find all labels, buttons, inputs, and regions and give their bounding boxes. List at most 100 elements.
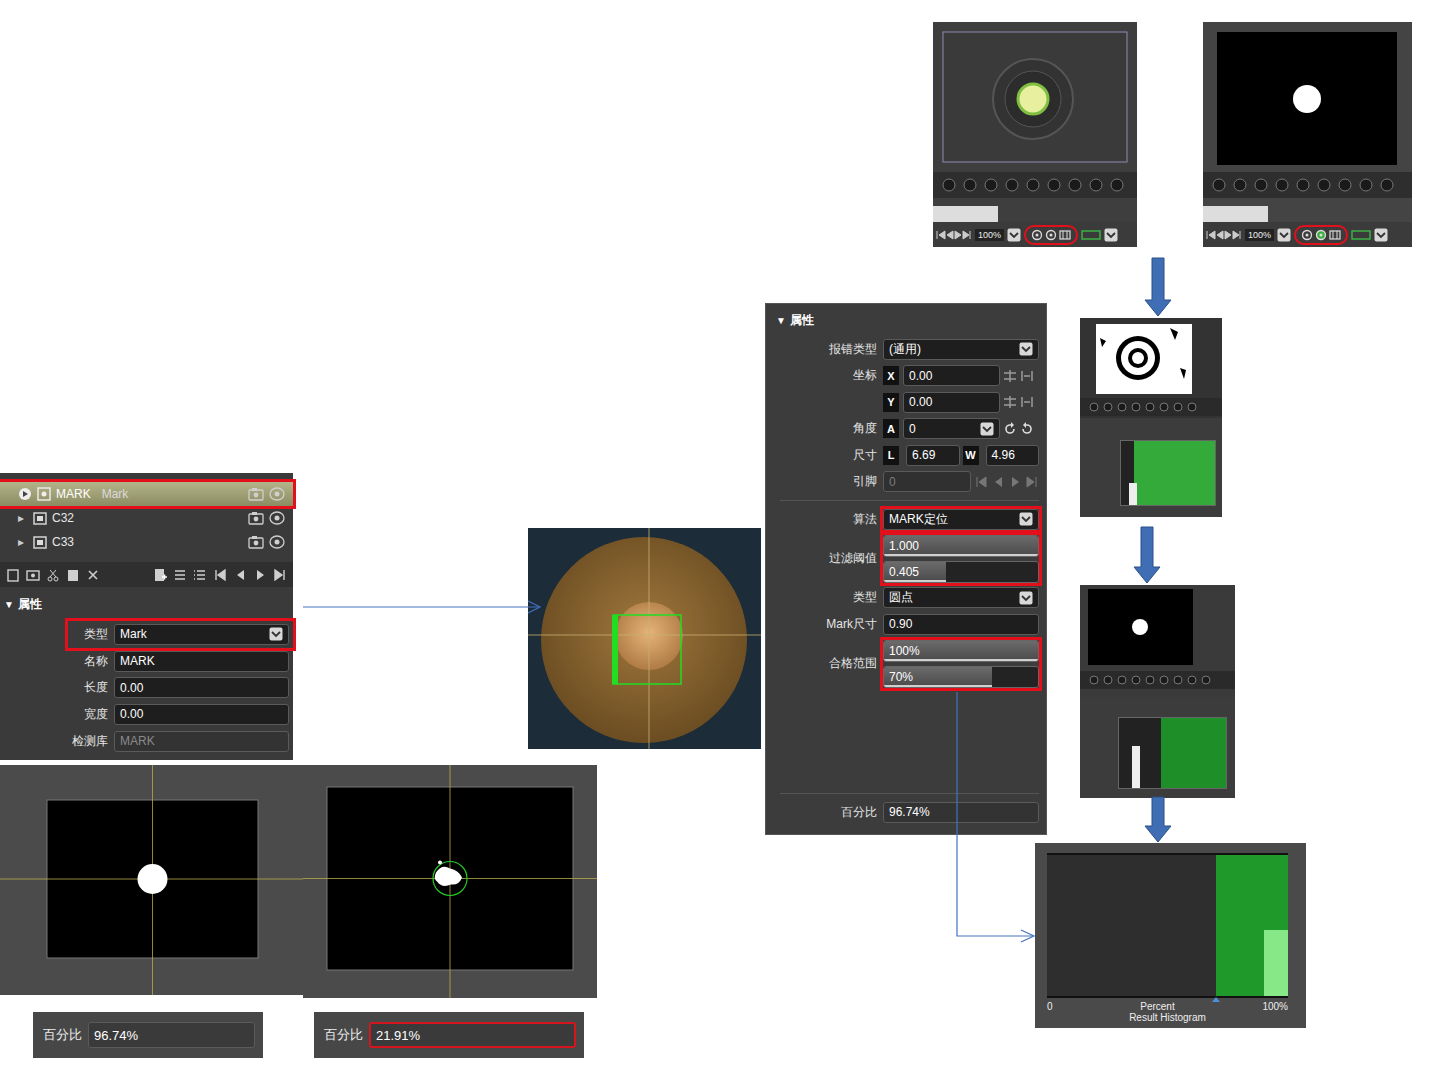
paste-icon[interactable] [66, 568, 80, 582]
play-icon[interactable] [18, 487, 32, 501]
tree-row[interactable]: ▸ C33 [0, 530, 293, 554]
percent-row: 百分比96.74% [766, 799, 1039, 825]
rotate-right-icon[interactable] [1020, 422, 1034, 436]
percent-label: 百分比 [324, 1026, 363, 1044]
dropdown-icon[interactable] [980, 422, 994, 436]
property-input[interactable]: 0.00 [114, 677, 289, 698]
coord-field: Y0.00 [883, 392, 1000, 413]
color-dropdown-icon[interactable] [1374, 228, 1388, 242]
processing-step [1080, 585, 1235, 798]
new-icon[interactable] [6, 568, 20, 582]
zoom-field[interactable]: 100% [975, 229, 1004, 241]
value-field[interactable]: MARK定位 [883, 509, 1039, 530]
list-icon[interactable] [173, 568, 187, 582]
eye-icon[interactable] [269, 510, 285, 526]
value-field[interactable]: 0 [903, 418, 1000, 439]
camera-icon[interactable] [248, 511, 264, 525]
tree-row[interactable]: MARKMark [0, 482, 293, 506]
mask-view-icon[interactable] [1045, 229, 1057, 241]
tree-row[interactable]: ▸C32 [0, 506, 293, 530]
list2-icon[interactable] [193, 568, 207, 582]
dropdown-icon[interactable] [1019, 591, 1033, 605]
mask-view-icon[interactable] [1315, 229, 1327, 241]
value-field[interactable]: 6.69 [906, 445, 960, 466]
property-input: MARK [114, 731, 289, 752]
value-field[interactable]: 0.90 [883, 614, 1039, 635]
value-field[interactable]: (通用) [883, 339, 1039, 360]
prev-icon[interactable] [233, 568, 247, 582]
zoom-dropdown-icon[interactable] [1007, 228, 1021, 242]
property-label: 尺寸 [766, 447, 883, 464]
value-field[interactable]: 4.96 [986, 445, 1040, 466]
align-center-icon[interactable] [1003, 369, 1017, 383]
property-control: L6.69W4.96 [883, 445, 1039, 466]
property-value: MARK [120, 734, 283, 748]
percent-text: 96.74% [94, 1028, 138, 1043]
property-value: MARK [120, 654, 283, 668]
grid-view-icon[interactable] [1059, 229, 1071, 241]
view-toolbar: 100% [1203, 222, 1412, 247]
property-input[interactable]: 0.00 [114, 704, 289, 725]
playback-icon[interactable] [936, 228, 972, 242]
capture-icon[interactable] [26, 568, 40, 582]
slider-track[interactable]: 70% [883, 666, 1039, 688]
eye-icon[interactable] [269, 534, 285, 550]
camera-photo [528, 528, 761, 749]
tree-name: C33 [52, 535, 74, 549]
add-icon[interactable] [153, 568, 167, 582]
property-control: 0 [883, 471, 1039, 492]
display-mode-group [1294, 225, 1348, 245]
target-icon[interactable] [1301, 229, 1313, 241]
property-control: X0.00 [883, 365, 1039, 386]
slider-track[interactable]: 100% [883, 640, 1039, 662]
section-header: ▼ 属性 [766, 304, 1039, 336]
next-icon [1008, 475, 1022, 489]
property-label: 引脚 [766, 473, 883, 490]
zoom-dropdown-icon[interactable] [1277, 228, 1291, 242]
value-field: 0 [883, 471, 971, 492]
property-select[interactable]: Mark [114, 624, 289, 645]
pass-marker [1212, 997, 1220, 1002]
next-icon[interactable] [253, 568, 267, 582]
camera-icon[interactable] [248, 535, 264, 549]
playback-icon[interactable] [1206, 228, 1242, 242]
align-edge-icon[interactable] [1020, 395, 1034, 409]
delete-icon[interactable] [86, 568, 100, 582]
target-icon[interactable] [1031, 229, 1043, 241]
dropdown-icon[interactable] [1019, 512, 1033, 526]
last-icon[interactable] [273, 568, 287, 582]
expand-arrow[interactable]: ▸ [18, 535, 28, 549]
align-center-icon[interactable] [1003, 395, 1017, 409]
first-icon[interactable] [213, 568, 227, 582]
eye-icon[interactable] [269, 486, 285, 502]
slider-track[interactable]: 1.000 [883, 535, 1039, 557]
element-tree: MARKMark▸C32▸C33 [0, 482, 293, 554]
collapse-arrow[interactable]: ▼ [776, 315, 786, 326]
rotate-left-icon[interactable] [1003, 422, 1017, 436]
inspection-image [303, 765, 597, 998]
color-swatch-icon[interactable] [1081, 229, 1101, 241]
color-dropdown-icon[interactable] [1104, 228, 1118, 242]
axis-label: Y [883, 393, 899, 412]
dropdown-icon[interactable] [269, 627, 283, 641]
grid-view-icon[interactable] [1329, 229, 1341, 241]
color-swatch-icon[interactable] [1351, 229, 1371, 241]
spacer [766, 690, 1039, 789]
threshold-range [1134, 441, 1215, 505]
property-row: 角度A0 [766, 416, 1039, 443]
value-field[interactable]: 0.00 [903, 392, 1000, 413]
align-edge-icon[interactable] [1020, 369, 1034, 383]
section-title: 属性 [790, 312, 814, 329]
slider-track[interactable]: 0.405 [883, 561, 1039, 583]
value-field[interactable]: 0.00 [903, 365, 1000, 386]
value-field[interactable]: 圆点 [883, 587, 1039, 608]
collapse-arrow[interactable]: ▼ [4, 599, 14, 610]
property-input[interactable]: MARK [114, 651, 289, 672]
expand-arrow[interactable]: ▸ [18, 511, 28, 525]
zoom-field[interactable]: 100% [1245, 229, 1274, 241]
cut-icon[interactable] [46, 568, 60, 582]
camera-icon[interactable] [248, 487, 264, 501]
dropdown-icon[interactable] [1019, 342, 1033, 356]
property-row: 过滤阈值1.0000.405 [766, 533, 1039, 585]
threshold-range [1161, 718, 1226, 788]
